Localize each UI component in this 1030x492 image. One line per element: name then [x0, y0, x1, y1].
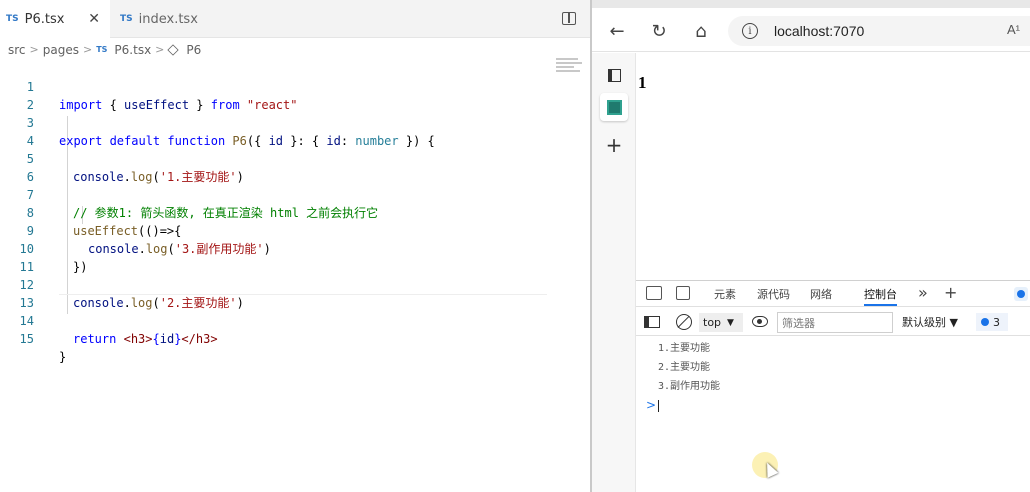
code-line: 11	[0, 240, 590, 274]
devtools-tab-bar: 元素 源代码 网络 控制台 » +	[636, 281, 1030, 307]
inspect-element-icon[interactable]	[646, 286, 662, 300]
issues-counter[interactable]: 3	[976, 313, 1008, 331]
code-token: id	[159, 332, 175, 346]
text-caret	[658, 399, 660, 412]
close-icon[interactable]: ✕	[88, 11, 100, 27]
devtools-panel: 元素 源代码 网络 控制台 » + top ▼ 筛选器 默认级别 ▼ 3 1.主…	[636, 280, 1030, 492]
issues-count: 3	[993, 315, 1000, 329]
console-prompt[interactable]: >	[636, 396, 1030, 415]
app-favicon-icon	[606, 99, 622, 115]
tab-p6-tsx[interactable]: TS P6.tsx ✕	[0, 0, 110, 38]
device-emulation-icon[interactable]	[676, 286, 690, 300]
breadcrumb-src[interactable]: src	[8, 43, 26, 57]
line-number: 15	[19, 332, 34, 346]
live-expression-eye-icon[interactable]	[752, 316, 768, 327]
console-toolbar: top ▼ 筛选器 默认级别 ▼ 3	[636, 308, 1030, 336]
console-output: 1.主要功能 2.主要功能 3.副作用功能 >	[636, 339, 1030, 415]
code-token: return	[73, 332, 117, 346]
code-line: 8 useEffect(()=>{	[0, 186, 590, 238]
code-line: 7 // 参数1: 箭头函数, 在真正渲染 html 之前会执行它	[0, 168, 590, 220]
tab-label: P6.tsx	[24, 11, 65, 27]
split-editor-icon[interactable]	[562, 12, 576, 25]
chevron-right-icon: >	[29, 43, 39, 56]
code-line: 5 console.log('1.主要功能')	[0, 132, 590, 184]
browser-toolbar: ← ↻ ⌂ i localhost:7070 A¹	[592, 8, 1030, 52]
breadcrumb-symbol[interactable]: P6	[186, 43, 201, 57]
console-sidebar-icon[interactable]	[644, 316, 660, 328]
web-page-content: 1	[636, 53, 1030, 280]
context-select[interactable]: top ▼	[699, 313, 743, 332]
tab-network[interactable]: 网络	[810, 286, 832, 306]
code-token: <h3>	[123, 332, 153, 346]
console-filter-input[interactable]: 筛选器	[777, 312, 893, 333]
tab-label: index.tsx	[138, 11, 198, 27]
log-level-dropdown[interactable]: 默认级别 ▼	[902, 314, 958, 330]
breadcrumb-file[interactable]: P6.tsx	[114, 43, 151, 57]
context-value: top	[703, 316, 722, 329]
editor-tab-bar: TS P6.tsx ✕ TS index.tsx	[0, 0, 590, 38]
info-icon[interactable]: i	[742, 23, 758, 39]
code-area[interactable]: 1 import { useEffect } from "react" 2 3 …	[0, 60, 590, 364]
breadcrumb: src > pages > TS P6.tsx > P6	[8, 41, 201, 58]
typescript-file-icon: TS	[96, 45, 108, 54]
tab-sources[interactable]: 源代码	[757, 286, 790, 306]
issues-badge-icon[interactable]	[1014, 287, 1028, 301]
browser-window: ← ↻ ⌂ i localhost:7070 A¹ + 1 元素 源代码 网络 …	[592, 0, 1030, 492]
more-tabs-icon[interactable]: »	[918, 283, 928, 302]
tab-console[interactable]: 控制台	[864, 286, 897, 306]
reload-icon[interactable]: ↻	[646, 18, 672, 44]
code-line: 15 }	[0, 312, 590, 364]
code-line: 6	[0, 150, 590, 184]
code-line: 14 return <h3>{id}</h3>	[0, 294, 590, 346]
address-text[interactable]: localhost:7070	[774, 23, 864, 39]
chevron-right-icon: >	[82, 43, 93, 56]
code-line: 2	[0, 78, 590, 112]
tab-elements[interactable]: 元素	[714, 286, 736, 306]
code-line: 9 console.log('3.副作用功能')	[0, 204, 590, 256]
vertical-tab-strip: +	[592, 53, 636, 492]
message-icon	[981, 318, 989, 326]
caret-down-icon: ▼	[727, 317, 734, 328]
code-line: 1 import { useEffect } from "react"	[0, 60, 590, 112]
tab-actions-icon-shape	[607, 68, 621, 82]
prompt-chevron-icon: >	[646, 398, 657, 412]
chevron-right-icon: >	[155, 43, 165, 56]
typescript-file-icon: TS	[120, 14, 133, 24]
code-line: 4	[0, 114, 590, 148]
symbol-cube-icon	[167, 43, 180, 56]
code-line: 3 export default function P6({ id }: { i…	[0, 96, 590, 148]
home-icon[interactable]: ⌂	[688, 18, 714, 44]
read-aloud-icon[interactable]: A¹	[1007, 22, 1020, 37]
code-token: </h3>	[181, 332, 218, 346]
clear-console-icon[interactable]	[676, 314, 692, 330]
code-line: 13	[0, 276, 590, 310]
code-token: {	[152, 332, 160, 346]
browser-title-strip	[592, 0, 1030, 8]
code-editor: TS P6.tsx ✕ TS index.tsx src > pages > T…	[0, 0, 590, 492]
typescript-file-icon: TS	[6, 14, 19, 24]
console-log-entry: 1.主要功能	[658, 343, 711, 354]
console-log-entry: 2.主要功能	[658, 362, 711, 373]
back-arrow-icon[interactable]: ←	[604, 18, 630, 44]
address-bar[interactable]: i localhost:7070 A¹	[728, 16, 1030, 46]
new-tab-plus-icon[interactable]: +	[600, 131, 628, 159]
tab-index-tsx[interactable]: TS index.tsx	[110, 0, 220, 38]
tab-actions-icon[interactable]	[600, 61, 628, 89]
code-line: 10 })	[0, 222, 590, 274]
line-text: return <h3>{id}</h3>	[73, 330, 218, 348]
page-h3: 1	[638, 73, 647, 92]
code-line: 12 console.log('2.主要功能')	[0, 258, 590, 310]
add-tab-icon[interactable]: +	[944, 283, 957, 302]
breadcrumb-pages[interactable]: pages	[43, 43, 79, 57]
line-text: }	[59, 350, 67, 364]
active-tab-favicon[interactable]	[600, 93, 628, 121]
console-log-entry: 3.副作用功能	[658, 381, 721, 392]
